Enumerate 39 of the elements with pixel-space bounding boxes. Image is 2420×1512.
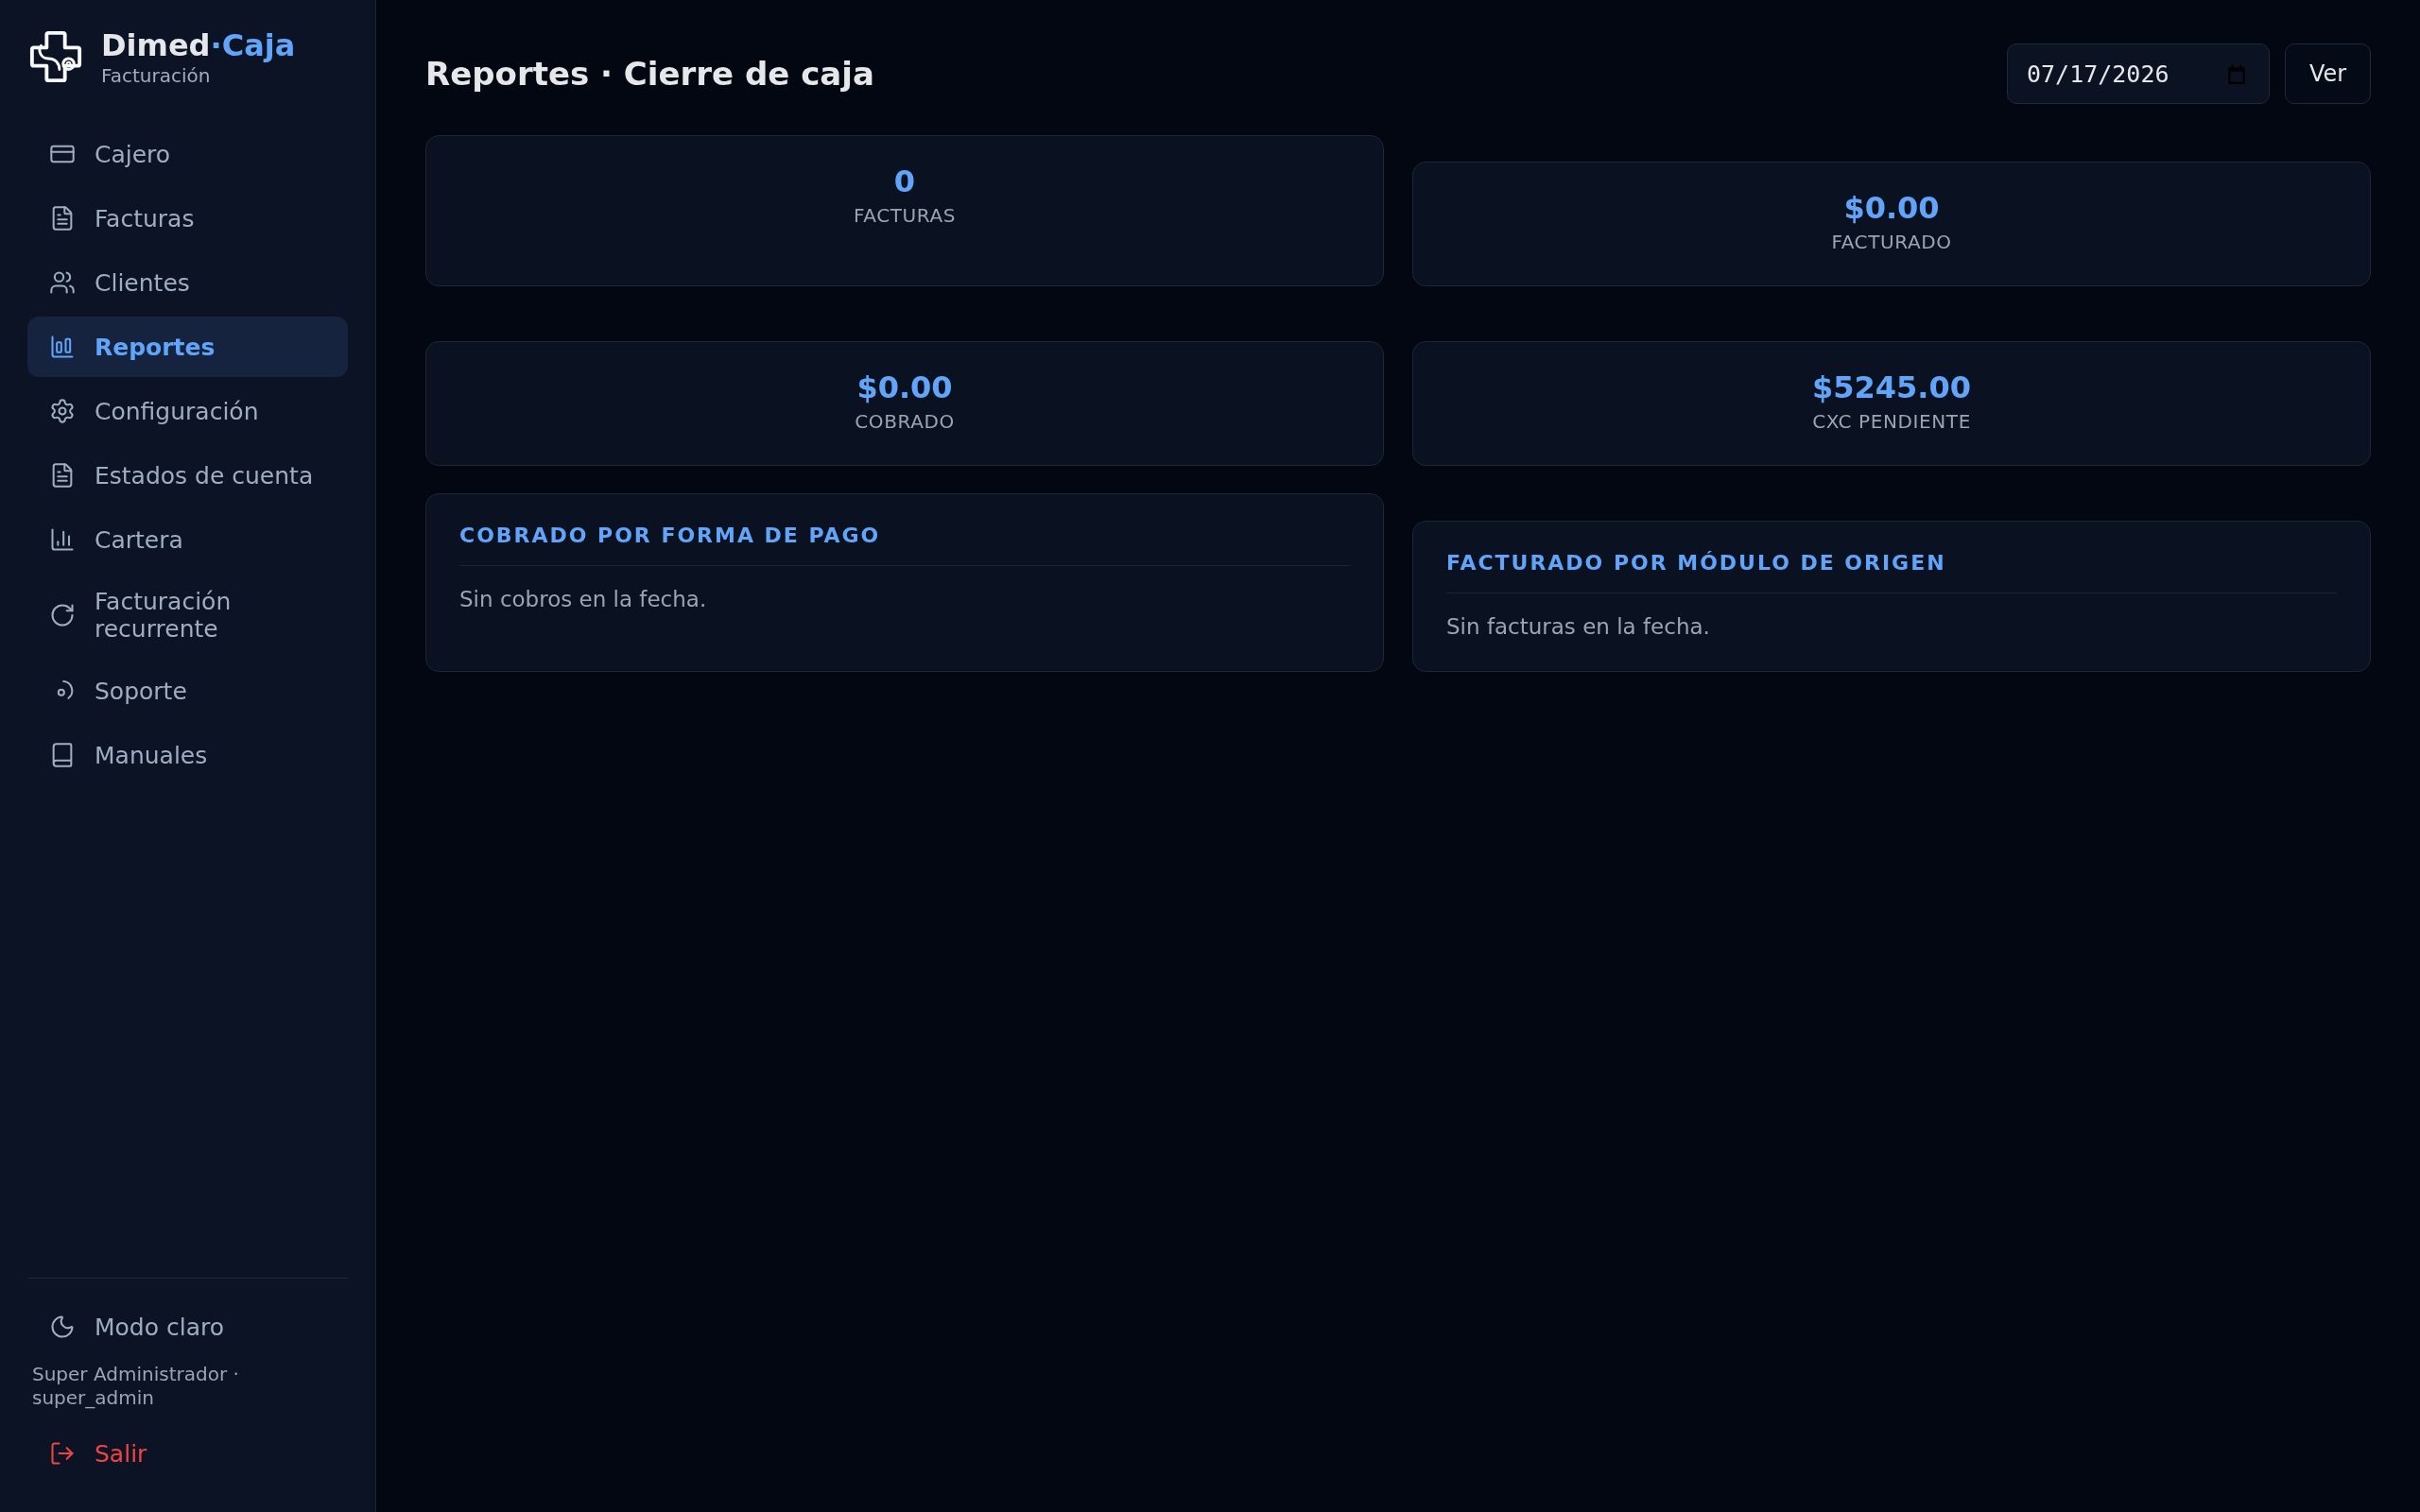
stat-label: FACTURADO (1831, 230, 1952, 254)
panel-title: COBRADO POR FORMA DE PAGO (459, 523, 1350, 566)
user-info: Super Administrador · super_admin (31, 1363, 240, 1410)
nav-item[interactable]: Estados de cuenta (27, 445, 348, 506)
bar-chart-icon (49, 526, 76, 553)
stat-label: CXC PENDIENTE (1812, 409, 1971, 434)
nav-item[interactable]: Facturación recurrente (27, 574, 348, 657)
brand-name: Dimed·Caja (101, 26, 296, 64)
settings-icon (49, 398, 76, 424)
logout-button[interactable]: Salir (27, 1423, 348, 1484)
calendar-icon (2226, 64, 2247, 85)
stat-value: $0.00 (856, 369, 953, 406)
empty-message: Sin facturas en la fecha. (1446, 613, 1711, 641)
nav-item[interactable]: Configuración (27, 381, 348, 441)
nav-item[interactable]: Soporte (27, 661, 348, 721)
refresh-icon (49, 602, 76, 628)
nav-item[interactable]: Cajero (27, 124, 348, 184)
date-field[interactable]: 07/17/2026 (2007, 43, 2270, 104)
logout-icon (49, 1440, 76, 1467)
stat-value: $0.00 (1843, 189, 1940, 227)
stat-label: COBRADO (855, 409, 955, 434)
nav-item[interactable]: Clientes (27, 252, 348, 313)
nav-item[interactable]: Cartera (27, 509, 348, 570)
view-button[interactable]: Ver (2285, 43, 2371, 104)
page-title: Reportes · Cierre de caja (425, 54, 874, 94)
nav-item[interactable]: Manuales (27, 725, 348, 785)
empty-message: Sin cobros en la fecha. (459, 586, 708, 613)
moon-icon (49, 1314, 76, 1340)
bar-chart-icon (49, 334, 76, 360)
nav-item[interactable]: Facturas (27, 188, 348, 249)
medical-cross-logo (28, 29, 83, 84)
stat-label: FACTURAS (853, 203, 957, 228)
users-icon (49, 269, 76, 296)
brand-subtitle: Facturación (101, 64, 212, 87)
panel-title: FACTURADO POR MÓDULO DE ORIGEN (1446, 550, 2337, 593)
stat-value: $5245.00 (1812, 369, 1971, 406)
stat-value: 0 (893, 163, 916, 200)
nav-item[interactable]: Reportes (27, 317, 348, 377)
theme-toggle[interactable]: Modo claro (27, 1297, 348, 1357)
